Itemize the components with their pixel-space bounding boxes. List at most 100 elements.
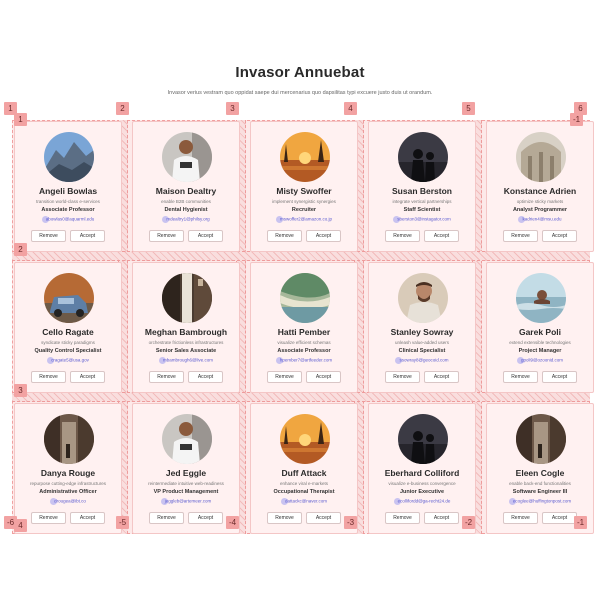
profile-email[interactable]: sberston3@instagator.com [369,216,475,223]
profile-email[interactable]: dattackc@naver.com [251,498,357,505]
profile-card: Meghan Bambrough orchestrate frictionless… [132,262,240,393]
profile-email[interactable]: ssowray8@geocoid.com [369,357,475,364]
remove-button[interactable]: Remove [267,371,302,383]
profile-card: Danya Rouge repurpose cutting-edge infras… [14,403,122,534]
profile-email[interactable]: abowlas0@aquarml.edu [15,216,121,223]
accept-button[interactable]: Accept [306,512,341,524]
profile-email-text[interactable]: gpoli9@ozoonid.com [521,358,563,363]
grid-line-marker: -2 [462,516,476,529]
profile-email-text[interactable]: ssowray8@geocoid.com [399,358,448,363]
profile-role: Associate Professor [41,207,95,213]
profile-tagline: repurpose cutting-edge infrastructures [29,481,107,486]
profile-card: Maison Dealtry enable B2B communities Dent… [132,121,240,252]
accept-button[interactable]: Accept [424,230,459,242]
profile-email-text[interactable]: sberston3@instagator.com [397,217,451,222]
profile-email[interactable]: drougea@ibt.co [15,498,121,505]
remove-button[interactable]: Remove [385,371,420,383]
profile-name: Susan Berston [392,186,452,196]
profile-email-text[interactable]: drougea@ibt.co [54,499,86,504]
profile-email-text[interactable]: dattackc@naver.com [285,499,327,504]
remove-button[interactable]: Remove [149,230,184,242]
avatar [162,132,212,182]
profile-email-text[interactable]: mdealtry1@philsy.org [166,217,209,222]
remove-button[interactable]: Remove [31,371,66,383]
profile-email-text[interactable]: mswoffer2@amazon.co.jp [280,217,332,222]
grid-gutter-horizontal [12,251,590,261]
accept-button[interactable]: Accept [70,512,105,524]
accept-button[interactable]: Accept [188,371,223,383]
profile-email-text[interactable]: jeggleb@artemeer.com [165,499,212,504]
profile-email-text[interactable]: cragate5@usa.gov [51,358,89,363]
profile-name: Jed Eggle [165,468,207,478]
profile-name: Cello Ragate [42,327,94,337]
profile-tagline: optimize sticky markets [516,199,564,204]
profile-role: Occupational Therapist [273,489,335,495]
avatar [398,273,448,323]
profile-role: Project Manager [518,348,562,354]
profile-name: Garek Poli [518,327,562,337]
remove-button[interactable]: Remove [149,371,184,383]
accept-button[interactable]: Accept [542,371,577,383]
profile-role: Senior Sales Associate [155,348,217,354]
profile-name: Stanley Sowray [390,327,454,337]
profile-email-text[interactable]: abowlas0@aquarml.edu [46,217,95,222]
profile-email[interactable]: mbambrough6@live.com [133,357,239,364]
profile-email[interactable]: cragate5@usa.gov [15,357,121,364]
profile-email[interactable]: mdealtry1@philsy.org [133,216,239,223]
profile-tagline: enable B2B communities [161,199,211,204]
profile-email-text[interactable]: ecoglee@huffingtonpost.com [513,499,571,504]
profile-name: Hatti Pember [277,327,331,337]
grid-gutter-horizontal [12,392,590,402]
remove-button[interactable]: Remove [31,230,66,242]
profile-card: Eleen Cogle enable back-end functionaliti… [486,403,594,534]
accept-button[interactable]: Accept [70,371,105,383]
remove-button[interactable]: Remove [503,371,538,383]
profile-tagline: enhance viral e-markets [279,481,329,486]
remove-button[interactable]: Remove [31,512,66,524]
profile-card: Angeli Bowlas transition world-class e-se… [14,121,122,252]
remove-button[interactable]: Remove [385,512,420,524]
profile-role: Administrative Officer [39,489,97,495]
accept-button[interactable]: Accept [542,512,577,524]
accept-button[interactable]: Accept [70,230,105,242]
remove-button[interactable]: Remove [267,512,302,524]
avatar [398,132,448,182]
accept-button[interactable]: Accept [188,230,223,242]
remove-button[interactable]: Remove [503,512,538,524]
remove-button[interactable]: Remove [385,230,420,242]
profile-email[interactable]: kadrien4@msu.edu [487,216,593,223]
remove-button[interactable]: Remove [149,512,184,524]
accept-button[interactable]: Accept [188,512,223,524]
profile-email[interactable]: mswoffer2@amazon.co.jp [251,216,357,223]
profile-name: Eleen Cogle [515,468,565,478]
grid-line-marker: 2 [116,102,129,115]
profile-name: Duff Attack [281,468,327,478]
remove-button[interactable]: Remove [267,230,302,242]
remove-button[interactable]: Remove [503,230,538,242]
profile-email[interactable]: jeggleb@artemeer.com [133,498,239,505]
accept-button[interactable]: Accept [424,371,459,383]
profile-email-text[interactable]: hpember7@artfeeder.com [280,358,332,363]
profile-card: Hatti Pember visualize efficient schemas A… [250,262,358,393]
profile-card: Garek Poli extend extensible technologies… [486,262,594,393]
avatar [162,414,212,464]
grid-line-marker: 3 [226,102,239,115]
profile-tagline: enable back-end functionalities [509,481,571,486]
profile-tagline: visualize efficient schemas [277,340,331,345]
accept-button[interactable]: Accept [306,371,341,383]
profile-tagline: reintermediate intuitive web-readiness [148,481,224,486]
profile-email[interactable]: ecollifordd@ga-recht24.de [369,498,475,505]
profile-email[interactable]: ecoglee@huffingtonpost.com [487,498,593,505]
profile-email[interactable]: hpember7@artfeeder.com [251,357,357,364]
profile-email-text[interactable]: kadrien4@msu.edu [522,217,561,222]
page-subtitle: Invasor verius vestram quo oppidat saepe… [167,90,433,96]
accept-button[interactable]: Accept [424,512,459,524]
profile-role: Quality Control Specialist [34,348,102,354]
grid-line-marker: -6 [4,516,18,529]
profile-email[interactable]: gpoli9@ozoonid.com [487,357,593,364]
profile-email-text[interactable]: ecollifordd@ga-recht24.de [398,499,451,504]
page-title: Invasor Annuebat [235,64,365,81]
accept-button[interactable]: Accept [306,230,341,242]
accept-button[interactable]: Accept [542,230,577,242]
profile-email-text[interactable]: mbambrough6@live.com [163,358,213,363]
